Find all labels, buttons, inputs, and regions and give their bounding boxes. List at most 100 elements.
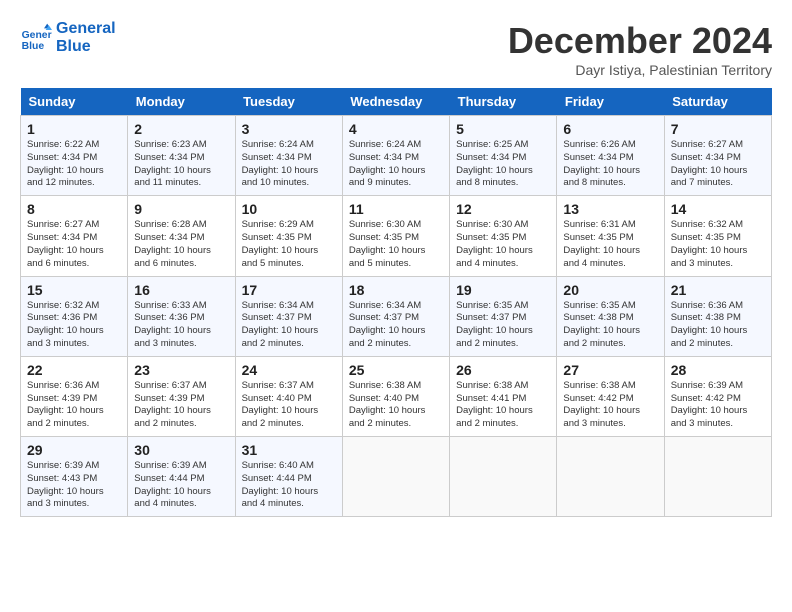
day-number: 4 <box>349 121 443 137</box>
day-number: 26 <box>456 362 550 378</box>
calendar-cell <box>664 437 771 517</box>
calendar-cell: 4 Sunrise: 6:24 AMSunset: 4:34 PMDaylight… <box>342 116 449 196</box>
day-info: Sunrise: 6:38 AMSunset: 4:42 PMDaylight:… <box>563 380 657 431</box>
calendar-cell: 22 Sunrise: 6:36 AMSunset: 4:39 PMDayligh… <box>21 356 128 436</box>
title-block: December 2024 Dayr Istiya, Palestinian T… <box>508 20 772 78</box>
day-number: 11 <box>349 201 443 217</box>
day-info: Sunrise: 6:26 AMSunset: 4:34 PMDaylight:… <box>563 139 657 190</box>
day-info: Sunrise: 6:39 AMSunset: 4:42 PMDaylight:… <box>671 380 765 431</box>
calendar-cell: 23 Sunrise: 6:37 AMSunset: 4:39 PMDayligh… <box>128 356 235 436</box>
calendar-cell: 14Sunrise: 6:32 AMSunset: 4:35 PMDayligh… <box>664 196 771 276</box>
calendar-cell: 5 Sunrise: 6:25 AMSunset: 4:34 PMDaylight… <box>450 116 557 196</box>
calendar-cell: 8 Sunrise: 6:27 AMSunset: 4:34 PMDaylight… <box>21 196 128 276</box>
day-number: 22 <box>27 362 121 378</box>
day-number: 10 <box>242 201 336 217</box>
calendar-cell: 19Sunrise: 6:35 AMSunset: 4:37 PMDayligh… <box>450 276 557 356</box>
day-info: Sunrise: 6:35 AMSunset: 4:38 PMDaylight:… <box>563 300 657 351</box>
day-number: 31 <box>242 442 336 458</box>
week-row-3: 15Sunrise: 6:32 AMSunset: 4:36 PMDayligh… <box>21 276 772 356</box>
day-number: 3 <box>242 121 336 137</box>
day-info: Sunrise: 6:37 AMSunset: 4:39 PMDaylight:… <box>134 380 228 431</box>
day-number: 17 <box>242 282 336 298</box>
day-info: Sunrise: 6:39 AMSunset: 4:44 PMDaylight:… <box>134 460 228 511</box>
col-header-thursday: Thursday <box>450 88 557 116</box>
day-number: 29 <box>27 442 121 458</box>
calendar-cell: 18 Sunrise: 6:34 AMSunset: 4:37 PMDayligh… <box>342 276 449 356</box>
day-info: Sunrise: 6:27 AMSunset: 4:34 PMDaylight:… <box>671 139 765 190</box>
day-info: Sunrise: 6:27 AMSunset: 4:34 PMDaylight:… <box>27 219 121 270</box>
day-number: 24 <box>242 362 336 378</box>
calendar-cell: 7 Sunrise: 6:27 AMSunset: 4:34 PMDaylight… <box>664 116 771 196</box>
calendar-cell: 27 Sunrise: 6:38 AMSunset: 4:42 PMDayligh… <box>557 356 664 436</box>
day-info: Sunrise: 6:38 AMSunset: 4:40 PMDaylight:… <box>349 380 443 431</box>
day-number: 6 <box>563 121 657 137</box>
calendar-cell: 17 Sunrise: 6:34 AMSunset: 4:37 PMDayligh… <box>235 276 342 356</box>
day-info: Sunrise: 6:30 AMSunset: 4:35 PMDaylight:… <box>456 219 550 270</box>
day-info: Sunrise: 6:33 AMSunset: 4:36 PMDaylight:… <box>134 300 228 351</box>
calendar-cell: 24 Sunrise: 6:37 AMSunset: 4:40 PMDayligh… <box>235 356 342 436</box>
day-number: 1 <box>27 121 121 137</box>
day-number: 27 <box>563 362 657 378</box>
day-info: Sunrise: 6:34 AMSunset: 4:37 PMDaylight:… <box>242 300 336 351</box>
day-info: Sunrise: 6:24 AMSunset: 4:34 PMDaylight:… <box>242 139 336 190</box>
logo-icon: General Blue <box>20 22 52 54</box>
day-info: Sunrise: 6:39 AMSunset: 4:43 PMDaylight:… <box>27 460 121 511</box>
day-info: Sunrise: 6:25 AMSunset: 4:34 PMDaylight:… <box>456 139 550 190</box>
day-info: Sunrise: 6:35 AMSunset: 4:37 PMDaylight:… <box>456 300 550 351</box>
calendar-cell: 9 Sunrise: 6:28 AMSunset: 4:34 PMDaylight… <box>128 196 235 276</box>
calendar-cell: 25 Sunrise: 6:38 AMSunset: 4:40 PMDayligh… <box>342 356 449 436</box>
day-info: Sunrise: 6:36 AMSunset: 4:39 PMDaylight:… <box>27 380 121 431</box>
calendar-cell: 11 Sunrise: 6:30 AMSunset: 4:35 PMDayligh… <box>342 196 449 276</box>
day-info: Sunrise: 6:23 AMSunset: 4:34 PMDaylight:… <box>134 139 228 190</box>
logo: General Blue GeneralBlue <box>20 20 116 56</box>
calendar-cell: 3 Sunrise: 6:24 AMSunset: 4:34 PMDaylight… <box>235 116 342 196</box>
col-header-friday: Friday <box>557 88 664 116</box>
day-number: 18 <box>349 282 443 298</box>
col-header-sunday: Sunday <box>21 88 128 116</box>
week-row-5: 29 Sunrise: 6:39 AMSunset: 4:43 PMDayligh… <box>21 437 772 517</box>
col-header-monday: Monday <box>128 88 235 116</box>
day-info: Sunrise: 6:29 AMSunset: 4:35 PMDaylight:… <box>242 219 336 270</box>
day-info: Sunrise: 6:37 AMSunset: 4:40 PMDaylight:… <box>242 380 336 431</box>
calendar-cell: 29 Sunrise: 6:39 AMSunset: 4:43 PMDayligh… <box>21 437 128 517</box>
page-header: General Blue GeneralBlue December 2024 D… <box>20 20 772 78</box>
calendar-cell: 1Sunrise: 6:22 AMSunset: 4:34 PMDaylight… <box>21 116 128 196</box>
day-number: 30 <box>134 442 228 458</box>
day-info: Sunrise: 6:31 AMSunset: 4:35 PMDaylight:… <box>563 219 657 270</box>
day-number: 12 <box>456 201 550 217</box>
day-number: 14 <box>671 201 765 217</box>
day-number: 13 <box>563 201 657 217</box>
week-row-1: 1Sunrise: 6:22 AMSunset: 4:34 PMDaylight… <box>21 116 772 196</box>
svg-text:General: General <box>22 30 52 41</box>
col-header-tuesday: Tuesday <box>235 88 342 116</box>
day-info: Sunrise: 6:24 AMSunset: 4:34 PMDaylight:… <box>349 139 443 190</box>
day-info: Sunrise: 6:36 AMSunset: 4:38 PMDaylight:… <box>671 300 765 351</box>
calendar-cell: 10 Sunrise: 6:29 AMSunset: 4:35 PMDayligh… <box>235 196 342 276</box>
logo-text: GeneralBlue <box>56 20 116 56</box>
week-row-2: 8 Sunrise: 6:27 AMSunset: 4:34 PMDaylight… <box>21 196 772 276</box>
day-info: Sunrise: 6:34 AMSunset: 4:37 PMDaylight:… <box>349 300 443 351</box>
day-number: 7 <box>671 121 765 137</box>
day-number: 20 <box>563 282 657 298</box>
day-info: Sunrise: 6:28 AMSunset: 4:34 PMDaylight:… <box>134 219 228 270</box>
day-number: 15 <box>27 282 121 298</box>
day-number: 16 <box>134 282 228 298</box>
calendar-cell: 16 Sunrise: 6:33 AMSunset: 4:36 PMDayligh… <box>128 276 235 356</box>
day-number: 23 <box>134 362 228 378</box>
day-number: 9 <box>134 201 228 217</box>
day-number: 25 <box>349 362 443 378</box>
header-row: SundayMondayTuesdayWednesdayThursdayFrid… <box>21 88 772 116</box>
day-number: 28 <box>671 362 765 378</box>
day-number: 8 <box>27 201 121 217</box>
day-info: Sunrise: 6:30 AMSunset: 4:35 PMDaylight:… <box>349 219 443 270</box>
svg-text:Blue: Blue <box>22 41 45 52</box>
calendar-cell <box>450 437 557 517</box>
week-row-4: 22 Sunrise: 6:36 AMSunset: 4:39 PMDayligh… <box>21 356 772 436</box>
calendar-cell: 13 Sunrise: 6:31 AMSunset: 4:35 PMDayligh… <box>557 196 664 276</box>
col-header-wednesday: Wednesday <box>342 88 449 116</box>
calendar-cell: 31 Sunrise: 6:40 AMSunset: 4:44 PMDayligh… <box>235 437 342 517</box>
calendar-cell <box>342 437 449 517</box>
day-number: 5 <box>456 121 550 137</box>
day-info: Sunrise: 6:40 AMSunset: 4:44 PMDaylight:… <box>242 460 336 511</box>
location-subtitle: Dayr Istiya, Palestinian Territory <box>508 62 772 78</box>
